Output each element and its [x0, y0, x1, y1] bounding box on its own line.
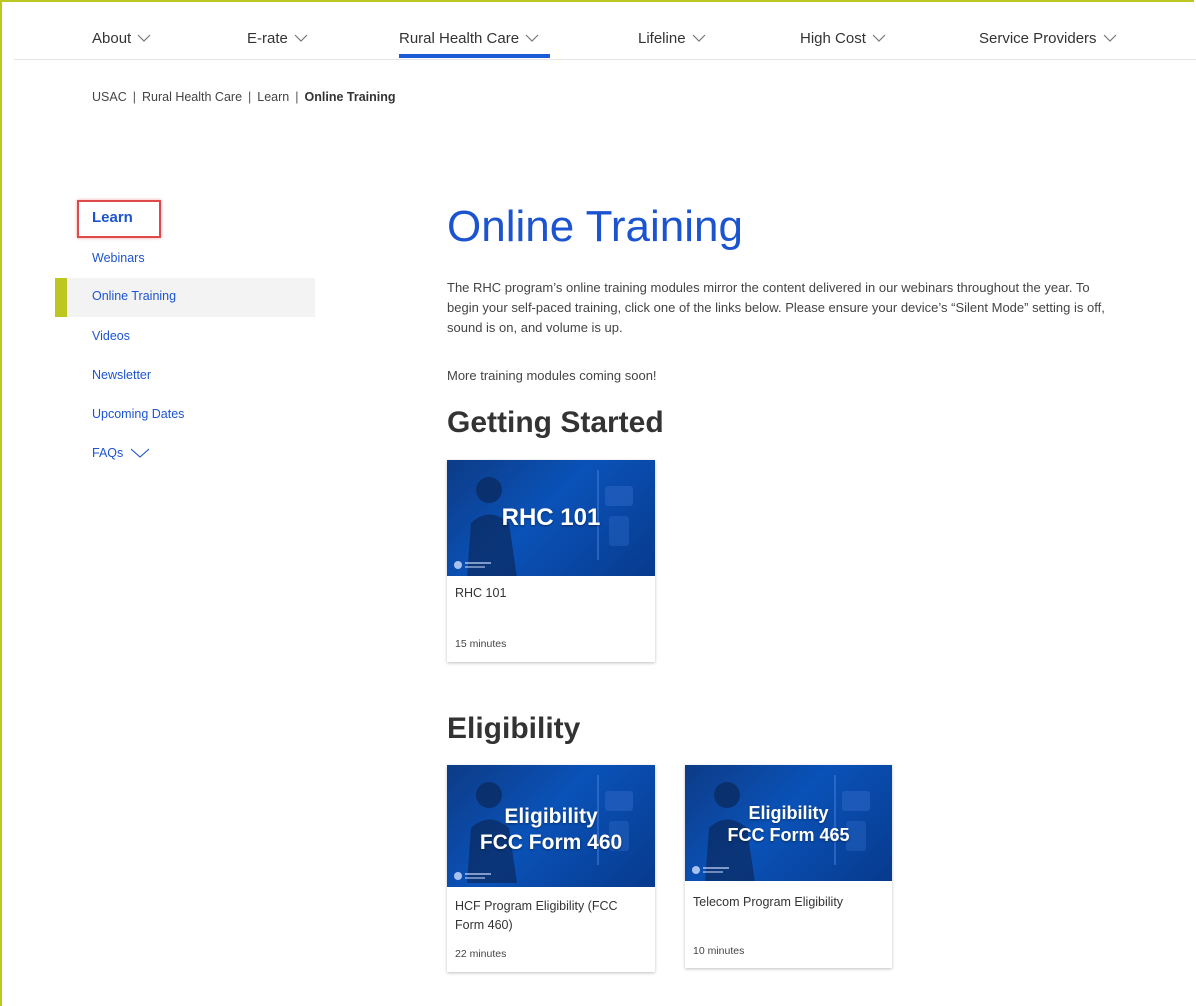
chevron-down-icon [137, 34, 151, 42]
nav-item-lifeline[interactable]: Lifeline [638, 30, 706, 47]
chevron-down-icon [872, 34, 886, 42]
nav-label: Lifeline [638, 30, 686, 47]
card-title: Telecom Program Eligibility [693, 895, 844, 909]
card-title: RHC 101 [455, 586, 507, 600]
breadcrumb-link-usac[interactable]: USAC [92, 90, 127, 104]
breadcrumb: USAC | Rural Health Care | Learn | Onlin… [92, 90, 396, 104]
card-thumbnail: RHC 101 [447, 460, 655, 576]
thumbnail-title: Eligibility [504, 805, 598, 828]
thumbnail-title: RHC 101 [501, 504, 601, 531]
active-nav-indicator [399, 54, 550, 58]
card-duration: 10 minutes [693, 945, 745, 957]
thumbnail-subtitle: FCC Form 465 [727, 825, 850, 845]
usac-logo-icon [454, 561, 491, 569]
coming-soon-text: More training modules coming soon! [447, 368, 657, 383]
training-card-telecom-eligibility[interactable]: Eligibility FCC Form 465 Telecom Program… [685, 765, 892, 968]
sidebar-item-newsletter[interactable]: Newsletter [92, 368, 151, 382]
breadcrumb-current: Online Training [304, 90, 396, 104]
breadcrumb-link-rural-health-care[interactable]: Rural Health Care [142, 90, 242, 104]
chevron-down-icon [692, 34, 705, 42]
nav-label: E-rate [247, 30, 288, 47]
chevron-down-icon [525, 34, 539, 42]
usac-logo-icon [454, 872, 491, 880]
sidebar-item-upcoming-dates[interactable]: Upcoming Dates [92, 407, 184, 421]
sidebar-item-videos[interactable]: Videos [92, 329, 130, 343]
section-title-eligibility: Eligibility [447, 712, 581, 745]
thumbnail-subtitle: FCC Form 460 [479, 831, 623, 854]
nav-label: About [92, 30, 132, 47]
nav-label: Service Providers [979, 30, 1097, 47]
sidebar-item-label: FAQs [92, 446, 124, 460]
sidebar-item-faqs[interactable]: FAQs [92, 446, 150, 460]
section-title-getting-started: Getting Started [447, 406, 664, 439]
card-title: HCF Program Eligibility (FCC Form 460) [455, 899, 618, 932]
usac-logo-icon [692, 866, 729, 874]
card-duration: 15 minutes [455, 638, 507, 650]
top-navigation: About E-rate Rural Health Care Lifeline … [14, 2, 1196, 60]
card-thumbnail: Eligibility FCC Form 465 [685, 765, 892, 881]
sidebar-active-indicator [55, 278, 67, 317]
sidebar-item-online-training[interactable]: Online Training [92, 289, 176, 303]
chevron-down-icon [294, 34, 308, 42]
sidebar-item-webinars[interactable]: Webinars [92, 251, 145, 265]
nav-label: Rural Health Care [399, 30, 520, 47]
breadcrumb-separator: | [248, 90, 252, 104]
chevron-down-icon [1103, 34, 1116, 42]
nav-item-about[interactable]: About [92, 30, 151, 47]
breadcrumb-separator: | [132, 90, 136, 104]
page-title: Online Training [447, 202, 743, 251]
nav-item-rural-health-care[interactable]: Rural Health Care [399, 30, 539, 47]
card-thumbnail: Eligibility FCC Form 460 [447, 765, 655, 887]
nav-item-e-rate[interactable]: E-rate [247, 30, 308, 47]
chevron-down-icon [130, 448, 150, 458]
nav-item-service-providers[interactable]: Service Providers [979, 30, 1117, 47]
training-card-rhc-101[interactable]: RHC 101 RHC 101 15 minutes [447, 460, 655, 662]
training-card-hcf-eligibility[interactable]: Eligibility FCC Form 460 HCF Program Eli… [447, 765, 655, 972]
intro-text: The RHC program’s online training module… [447, 280, 1105, 335]
thumbnail-title: Eligibility [748, 803, 829, 823]
breadcrumb-separator: | [295, 90, 299, 104]
card-duration: 22 minutes [455, 948, 507, 960]
breadcrumb-link-learn[interactable]: Learn [257, 90, 289, 104]
nav-label: High Cost [800, 30, 866, 47]
sidebar-heading-learn[interactable]: Learn [92, 209, 133, 226]
nav-item-high-cost[interactable]: High Cost [800, 30, 886, 47]
